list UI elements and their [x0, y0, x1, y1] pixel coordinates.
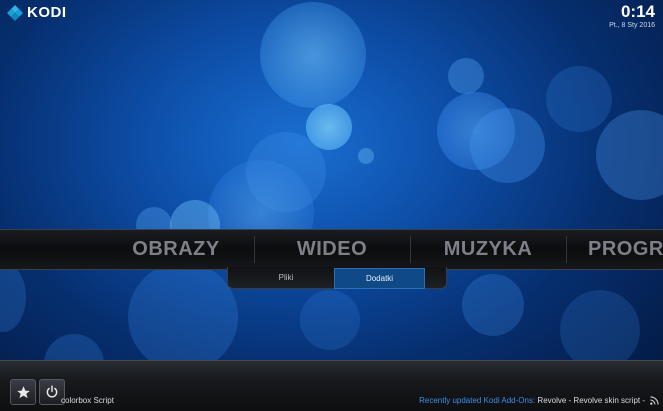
clock-date: Pt., 8 Sty 2016 [609, 22, 655, 29]
menu-item-videos[interactable]: WIDEO [256, 230, 408, 269]
menu-item-programs[interactable]: PROGRAMY [568, 230, 663, 269]
bokeh-circle [470, 108, 545, 183]
star-icon [16, 385, 30, 398]
kodi-logo-icon [7, 4, 23, 21]
power-icon [46, 385, 58, 398]
bokeh-circle [462, 274, 524, 336]
submenu-item-addons[interactable]: Dodatki [334, 268, 425, 289]
kodi-logo: KODI [7, 4, 67, 21]
bokeh-circle [260, 2, 366, 108]
bokeh-circle [246, 132, 326, 212]
rss-icon [650, 396, 659, 405]
clock: 0:14 Pt., 8 Sty 2016 [609, 2, 655, 30]
rss-ticker[interactable]: Recently updated Kodi Add-Ons: Revolve -… [419, 396, 645, 405]
submenu-item-files[interactable]: Pliki [238, 268, 334, 287]
footer-bar: colorbox Script Recently updated Kodi Ad… [0, 360, 663, 411]
bokeh-circle [560, 290, 640, 370]
bokeh-circle [596, 110, 663, 200]
bokeh-circle [300, 290, 360, 350]
rss-ticker-text: Revolve - Revolve skin script - [535, 396, 645, 405]
bokeh-circle [0, 262, 26, 332]
bokeh-circle [546, 66, 612, 132]
favourites-button[interactable] [10, 379, 36, 405]
bokeh-circle [448, 58, 484, 94]
menu-item-music[interactable]: MUZYKA [412, 230, 564, 269]
submenu: Pliki Dodatki [227, 267, 447, 289]
focused-item-label: colorbox Script [61, 396, 114, 405]
menu-divider [254, 236, 255, 263]
menu-item-pictures[interactable]: OBRAZY [100, 230, 252, 269]
main-menu: OBRAZY WIDEO MUZYKA PROGRAMY [0, 229, 663, 270]
menu-divider [410, 236, 411, 263]
rss-ticker-title: Recently updated Kodi Add-Ons: [419, 396, 536, 405]
background-wallpaper [0, 0, 663, 410]
menu-divider [566, 236, 567, 263]
kodi-logo-text: KODI [27, 4, 67, 21]
bokeh-circle [358, 148, 374, 164]
bokeh-circle [128, 262, 238, 372]
clock-time: 0:14 [620, 2, 655, 21]
